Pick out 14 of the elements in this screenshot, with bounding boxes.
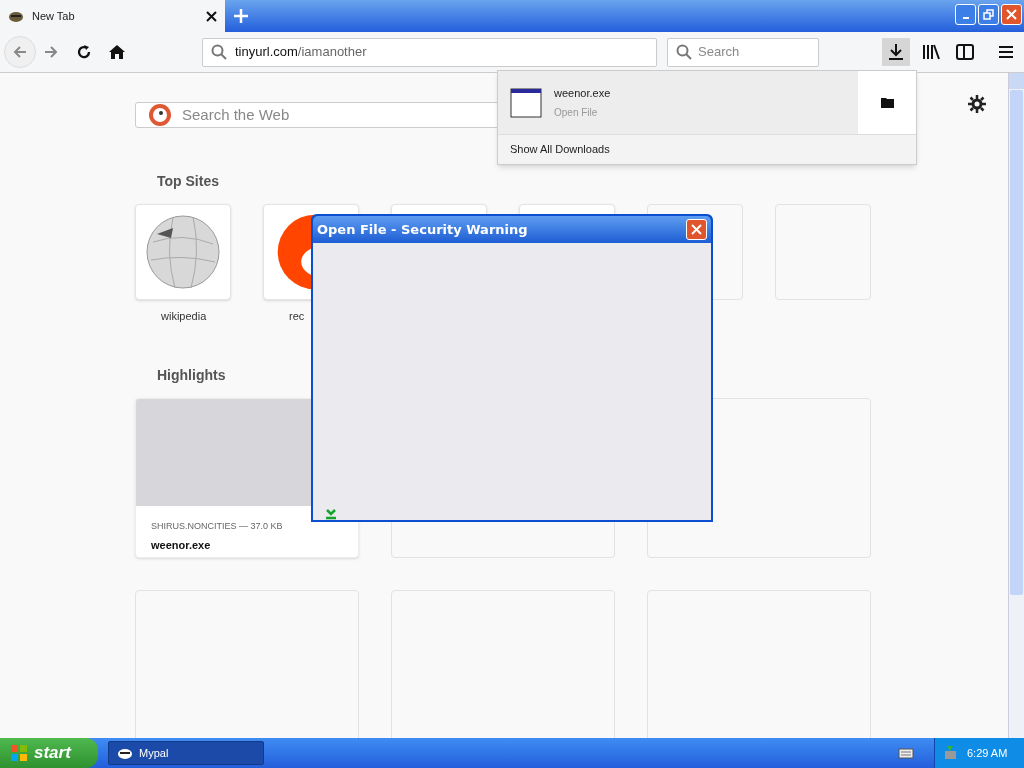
card-meta: SHIRUS.NONCITIES — 37.0 KB	[151, 519, 284, 533]
clock: 6:29 AM	[967, 745, 1008, 761]
search-placeholder: Search the Web	[182, 104, 290, 125]
card-title: weenor.exe	[151, 538, 212, 553]
download-status: Open File	[554, 105, 599, 120]
search-placeholder: Search	[698, 43, 740, 62]
section-heading: Top Sites	[157, 172, 220, 191]
section-heading: Highlights	[157, 365, 227, 385]
url-text: tinyurl.com/iamanother	[235, 43, 367, 62]
tab-title: New Tab	[32, 8, 76, 24]
file-name: weenor.exe	[554, 86, 611, 102]
site-label: rec	[288, 309, 305, 324]
site-label: wikipedia	[160, 309, 207, 324]
dialog-title: Open File - Security Warning	[317, 220, 528, 239]
